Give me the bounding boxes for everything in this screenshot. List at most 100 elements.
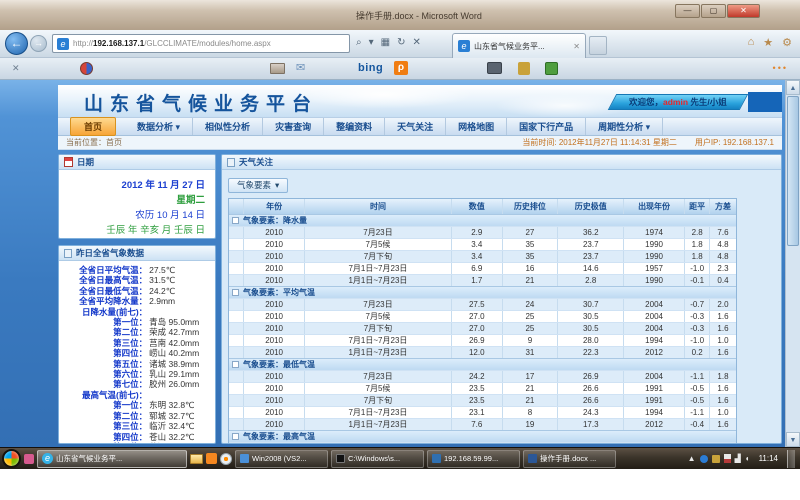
nav-item[interactable]: 数据分析 ▾ [125,118,193,135]
bing-logo[interactable]: bing [358,62,383,74]
cell: 26.6 [558,383,624,394]
sidebar-row: 日降水量(前七)： [59,307,211,317]
window-controls: — ▢ ✕ [675,4,760,18]
section-checkbox[interactable] [232,433,239,440]
scroll-down-icon[interactable]: ▼ [786,432,800,447]
scrollbar-thumb[interactable] [787,96,799,246]
stop-icon[interactable]: ✕ [412,37,420,48]
addon-puzzle-icon[interactable] [545,62,558,75]
home-icon[interactable]: ⌂ [748,36,755,49]
tab-close-icon[interactable]: ✕ [573,42,580,51]
tray-update-icon[interactable] [712,455,720,463]
scroll-up-icon[interactable]: ▲ [786,80,800,95]
search-icon[interactable]: ⌕ [356,37,362,48]
taskbar-window-button[interactable]: C:\Windows\s... [331,450,424,468]
tray-app-icon[interactable] [700,455,708,463]
taskbar-clock[interactable]: 11:14 [754,454,783,463]
cell: -0.3 [685,323,710,334]
nav-item[interactable]: 国家下行产品 [507,118,586,135]
dropdown-icon[interactable]: ▾ [369,37,374,48]
calendar-panel-header: 日期 [59,155,215,170]
search-p-icon[interactable]: ρ [394,61,408,75]
sidebar-row: 第四位：崂山 40.2mm [59,348,211,358]
action-center-flag-icon[interactable] [724,454,731,463]
compatibility-icon[interactable]: ▦ [381,37,390,48]
media-player-icon[interactable] [220,453,232,465]
section-checkbox[interactable] [232,289,239,296]
taskbar-window-button[interactable]: 操作手册.docx ... [523,450,616,468]
nav-item[interactable]: 网格地图 [446,118,507,135]
refresh-icon[interactable]: ↻ [397,37,405,48]
addon-toolbar: ✕ ✉ bing ρ ••• [0,58,800,80]
people-icon[interactable] [518,62,530,75]
cell: 1974 [624,227,685,238]
element-select-button[interactable]: 气象要素 ▾ [228,178,288,193]
calendar-ganzhi: 壬辰 年 辛亥 月 壬辰 日 [59,223,205,238]
minimize-button[interactable]: — [675,4,700,18]
yesterday-panel-title: 昨日全省气象数据 [76,247,144,259]
wallet-icon[interactable] [270,63,285,74]
explorer-icon[interactable] [190,454,203,464]
toolbar-close-icon[interactable]: ✕ [12,63,20,74]
nav-item[interactable]: 相似性分析 [193,118,263,135]
cell: -0.5 [685,383,710,394]
taskbar-window-button[interactable]: 192.168.59.99... [427,450,520,468]
new-tab-button[interactable] [589,36,607,55]
start-button[interactable] [2,449,21,468]
page-scrollbar[interactable]: ▲ ▼ [785,80,800,447]
table-row: 20107月5候23.52126.61991-0.51.6 [229,382,736,394]
row-spacer-cell [229,335,244,346]
main-area: 天气关注 气象要素 ▾ 年份时间数值历史排位历史极值出现年份距平方差气象要素：降… [221,154,782,444]
pinned-app-icon[interactable] [24,454,34,464]
camera-icon[interactable] [487,62,502,74]
taskbar-window-button[interactable]: Win2008 (VS2... [235,450,328,468]
cell: 8 [503,407,559,418]
settings-gear-icon[interactable]: ⚙ [782,36,792,49]
nav-item[interactable]: 整编资料 [324,118,385,135]
window-icon [240,454,249,463]
column-header: 距平 [685,199,710,214]
ie-icon: e [42,453,53,464]
volume-icon[interactable]: ◖ [745,454,750,463]
cell: 2010 [244,227,305,238]
nav-item[interactable]: 周期性分析 ▾ [586,118,663,135]
section-checkbox[interactable] [232,361,239,368]
app-round-icon[interactable] [80,62,93,75]
row-spacer-cell [229,263,244,274]
show-desktop-button[interactable] [787,450,795,468]
table-row: 20107月1日~7月23日23.1824.31994-1.11.0 [229,406,736,418]
sidebar-row: 第二位：郓城 32.7℃ [59,411,211,421]
weather-focus-body: 气象要素 ▾ 年份时间数值历史排位历史极值出现年份距平方差气象要素：降水量201… [222,170,781,443]
nav-item[interactable]: 天气关注 [385,118,446,135]
cell: 21 [503,275,559,286]
favorites-star-icon[interactable]: ★ [763,36,773,49]
cell: 2004 [624,299,685,310]
table-row: 20101月1日~7月23日7.61917.32012-0.41.6 [229,418,736,430]
hidden-icons-chevron[interactable]: ▲ [688,454,696,463]
back-button[interactable]: ← [5,32,28,55]
close-button[interactable]: ✕ [727,4,760,18]
status-row: 当前位置：首页 当前时间: 2012年11月27日 11:14:31 星期二 用… [58,136,782,150]
section-checkbox[interactable] [232,217,239,224]
remote-icon [432,454,441,463]
network-icon[interactable]: ▟ [735,454,741,463]
page-favicon: e [57,38,69,50]
taskbar-windows: Win2008 (VS2...C:\Windows\s...192.168.59… [235,450,616,468]
cell: 31 [503,347,559,358]
address-bar[interactable]: e http://192.168.137.1/GLCCLIMATE/module… [52,34,350,53]
table-section-row: 气象要素：最低气温 [229,358,736,370]
taskbar-active-window[interactable]: e 山东省气候业务平... [37,450,187,468]
nav-item[interactable]: 灾害查询 [263,118,324,135]
browser-tab[interactable]: e 山东省气候业务平... ✕ [452,33,586,58]
browser-right-tools: ⌂ ★ ⚙ [748,36,792,49]
cell: 35 [503,239,559,250]
toolbar-overflow-icon[interactable]: ••• [773,63,788,73]
mail-icon[interactable]: ✉ [296,61,305,74]
forward-button[interactable]: → [30,35,47,52]
orange-app-icon[interactable] [206,453,217,464]
sidebar: 日期 2012 年 11 月 27 日 星期二 农历 10 月 14 日 壬辰 … [58,154,216,444]
maximize-button[interactable]: ▢ [701,4,726,18]
rank-value: 崂山 40.2mm [147,348,211,358]
cell: 2010 [244,407,305,418]
nav-item[interactable]: 首页 [70,117,116,136]
